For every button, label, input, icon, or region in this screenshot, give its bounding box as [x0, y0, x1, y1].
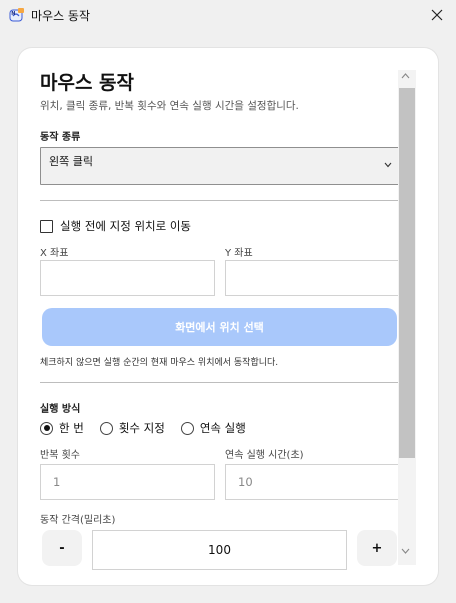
run-mode-continuous-radio[interactable]	[180, 421, 194, 435]
run-mode-once-radio[interactable]	[40, 421, 53, 435]
y-coordinate-input[interactable]	[225, 260, 399, 296]
chevron-down-icon	[384, 162, 392, 168]
move-before-run-option[interactable]: 실행 전에 지정 위치로 이동	[40, 218, 191, 234]
divider	[40, 200, 399, 201]
run-mode-count-radio[interactable]	[99, 421, 113, 435]
y-coordinate-label: Y 좌표	[225, 248, 253, 259]
run-mode-count-label: 횟수 지정	[118, 421, 165, 435]
action-type-label: 동작 종류	[40, 132, 81, 143]
mouse-app-icon: N	[9, 8, 24, 22]
run-mode-group: 한 번 횟수 지정 연속 실행	[40, 420, 262, 436]
x-coordinate-label: X 좌표	[40, 248, 69, 259]
run-duration-label: 연속 실행 시간(초)	[225, 450, 304, 461]
run-duration-input[interactable]: 10	[225, 464, 399, 500]
page-subtitle: 위치, 클릭 종류, 반복 횟수와 연속 실행 시간을 설정합니다.	[40, 100, 299, 112]
window-title: 마우스 동작	[31, 9, 91, 23]
interval-increment-button[interactable]: +	[357, 530, 397, 566]
svg-text:N: N	[11, 11, 15, 17]
run-mode-continuous-label: 연속 실행	[199, 421, 246, 435]
scrollbar-thumb[interactable]	[399, 88, 415, 458]
run-mode-once[interactable]: 한 번	[40, 420, 84, 436]
interval-label: 동작 간격(밀리초)	[40, 515, 116, 526]
run-mode-count[interactable]: 횟수 지정	[99, 420, 165, 436]
chevron-up-icon[interactable]	[401, 72, 410, 79]
run-mode-label: 실행 방식	[40, 404, 81, 415]
repeat-count-label: 반복 횟수	[40, 450, 80, 461]
action-type-value: 왼쪽 클릭	[49, 155, 93, 168]
hint-text: 체크하지 않으면 실행 순간의 현재 마우스 위치에서 동작합니다.	[40, 358, 279, 368]
repeat-count-input[interactable]: 1	[40, 464, 215, 500]
interval-value[interactable]: 100	[92, 530, 347, 570]
pick-position-button[interactable]: 화면에서 위치 선택	[42, 308, 397, 346]
run-mode-once-label: 한 번	[59, 421, 84, 435]
x-coordinate-input[interactable]	[40, 260, 215, 296]
action-type-select[interactable]: 왼쪽 클릭	[40, 147, 399, 185]
move-before-run-checkbox[interactable]	[40, 219, 53, 233]
run-mode-continuous[interactable]: 연속 실행	[180, 420, 246, 436]
page-title: 마우스 동작	[40, 72, 135, 94]
settings-card: 마우스 동작 위치, 클릭 종류, 반복 횟수와 연속 실행 시간을 설정합니다…	[18, 48, 438, 585]
chevron-down-icon[interactable]	[401, 548, 410, 555]
close-icon	[431, 9, 443, 21]
title-bar: N 마우스 동작	[0, 0, 456, 30]
close-button[interactable]	[426, 4, 448, 26]
divider	[40, 382, 399, 383]
interval-decrement-button[interactable]: -	[42, 530, 82, 566]
move-before-run-label: 실행 전에 지정 위치로 이동	[60, 219, 192, 233]
